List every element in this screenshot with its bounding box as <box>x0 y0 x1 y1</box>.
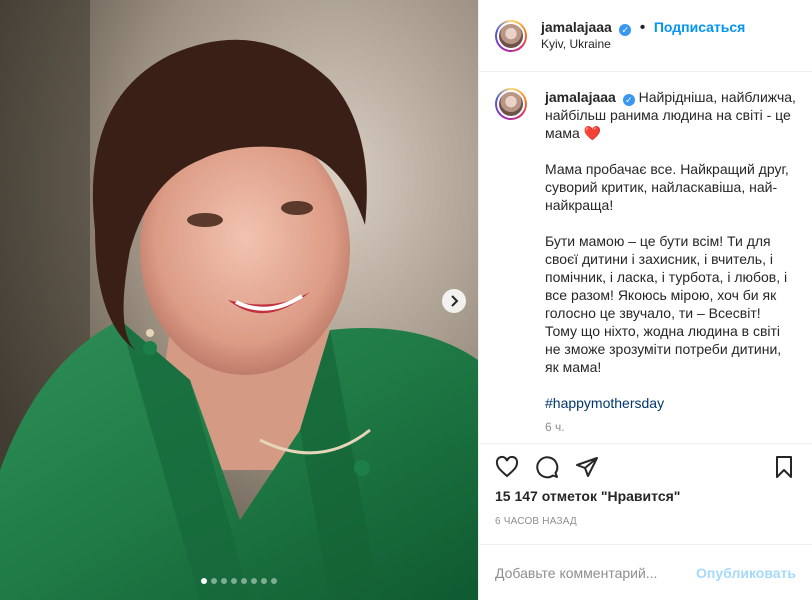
heart-emoji-icon: ❤️ <box>583 125 602 141</box>
carousel-dot <box>231 578 237 584</box>
instagram-post: jamalajaaa ✓ • Подписаться Kyiv, Ukraine… <box>0 0 812 600</box>
carousel-dot <box>211 578 217 584</box>
publish-button[interactable]: Опубликовать <box>696 565 796 581</box>
comment-input[interactable] <box>495 564 697 581</box>
carousel-dots <box>0 578 478 584</box>
location-link[interactable]: Kyiv, Ukraine <box>541 36 745 52</box>
caption-username[interactable]: jamalajaaa <box>545 89 616 105</box>
carousel-dot <box>241 578 247 584</box>
share-icon[interactable] <box>575 455 599 479</box>
caption-paragraph-2: Мама пробачає все. Найкращий друг, сувор… <box>545 161 789 213</box>
post-timestamp: 6 ЧАСОВ НАЗАД <box>495 516 577 527</box>
carousel-dot <box>261 578 267 584</box>
likes-count[interactable]: 15 147 отметок "Нравится" <box>495 488 796 504</box>
post-header: jamalajaaa ✓ • Подписаться Kyiv, Ukraine <box>479 0 812 72</box>
verified-badge-icon: ✓ <box>619 24 632 36</box>
carousel-dot <box>251 578 257 584</box>
post-media <box>0 0 478 600</box>
caption-avatar[interactable] <box>495 88 527 120</box>
post-sidebar: jamalajaaa ✓ • Подписаться Kyiv, Ukraine… <box>478 0 812 600</box>
chevron-right-icon <box>451 295 459 307</box>
comment-icon[interactable] <box>535 455 559 479</box>
post-photo <box>0 0 478 600</box>
post-actions: 15 147 отметок "Нравится" 6 ЧАСОВ НАЗАД <box>479 443 812 534</box>
hashtag-link[interactable]: #happymothersday <box>545 395 664 411</box>
caption: jamalajaaa ✓ Найрідніша, найближча, найб… <box>495 88 796 412</box>
caption-paragraph-3: Бути мамою – це бути всім! Ти для своєї … <box>545 233 788 375</box>
verified-badge-icon: ✓ <box>622 94 635 106</box>
heart-icon[interactable] <box>495 455 519 479</box>
follow-button[interactable]: Подписаться <box>654 19 746 35</box>
comment-box: Опубликовать <box>479 544 812 600</box>
caption-text: jamalajaaa ✓ Найрідніша, найближча, найб… <box>545 88 796 412</box>
carousel-dot <box>201 578 207 584</box>
avatar[interactable] <box>495 19 527 52</box>
bookmark-icon[interactable] <box>772 455 796 479</box>
carousel-dot <box>271 578 277 584</box>
comments-area: jamalajaaa ✓ Найрідніша, найближча, найб… <box>479 72 812 443</box>
caption-time: 6 ч. <box>545 420 565 434</box>
separator-dot: • <box>639 19 646 36</box>
carousel-dot <box>221 578 227 584</box>
next-photo-button[interactable] <box>442 289 466 313</box>
header-username[interactable]: jamalajaaa <box>541 19 612 35</box>
